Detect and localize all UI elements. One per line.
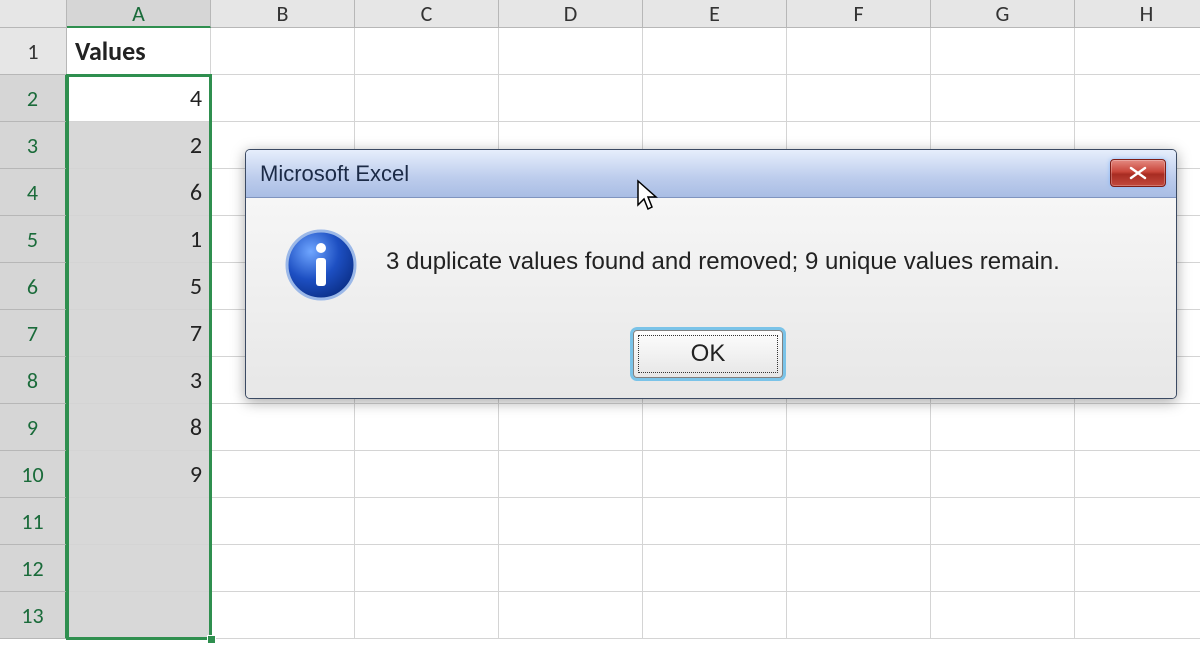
cell-F10[interactable] [787,451,931,498]
cell-A8[interactable]: 3 [67,357,211,404]
row-header-10[interactable]: 10 [0,451,67,498]
cell-F2[interactable] [787,75,931,122]
dialog-titlebar[interactable]: Microsoft Excel [246,150,1176,198]
column-header-G[interactable]: G [931,0,1075,28]
cell-D10[interactable] [499,451,643,498]
cell-E9[interactable] [643,404,787,451]
cell-D13[interactable] [499,592,643,639]
cell-D11[interactable] [499,498,643,545]
cell-B9[interactable] [211,404,355,451]
column-header-H[interactable]: H [1075,0,1200,28]
cell-B11[interactable] [211,498,355,545]
cell-A3[interactable]: 2 [67,122,211,169]
cell-B13[interactable] [211,592,355,639]
row-header-5[interactable]: 5 [0,216,67,263]
cell-A10[interactable]: 9 [67,451,211,498]
row-header-6[interactable]: 6 [0,263,67,310]
cell-G13[interactable] [931,592,1075,639]
cell-E10[interactable] [643,451,787,498]
cell-E11[interactable] [643,498,787,545]
cell-G11[interactable] [931,498,1075,545]
column-header-B[interactable]: B [211,0,355,28]
column-header-E[interactable]: E [643,0,787,28]
cell-A4[interactable]: 6 [67,169,211,216]
cell-E13[interactable] [643,592,787,639]
cell-G2[interactable] [931,75,1075,122]
cell-D9[interactable] [499,404,643,451]
cell-A12[interactable] [67,545,211,592]
cell-F9[interactable] [787,404,931,451]
cell-B2[interactable] [211,75,355,122]
row-header-7[interactable]: 7 [0,310,67,357]
cell-G9[interactable] [931,404,1075,451]
column-headers: ABCDEFGH [67,0,1200,28]
row-header-3[interactable]: 3 [0,122,67,169]
select-all-corner[interactable] [0,0,67,28]
cell-F11[interactable] [787,498,931,545]
cell-A13[interactable] [67,592,211,639]
cell-A1[interactable]: Values [67,28,211,75]
column-header-F[interactable]: F [787,0,931,28]
row-header-2[interactable]: 2 [0,75,67,122]
cell-B10[interactable] [211,451,355,498]
cell-C13[interactable] [355,592,499,639]
row-header-1[interactable]: 1 [0,28,67,75]
cell-A9[interactable]: 8 [67,404,211,451]
cell-C2[interactable] [355,75,499,122]
row-header-4[interactable]: 4 [0,169,67,216]
cell-C12[interactable] [355,545,499,592]
row-header-11[interactable]: 11 [0,498,67,545]
fill-handle[interactable] [207,635,216,644]
cell-H13[interactable] [1075,592,1200,639]
cell-B1[interactable] [211,28,355,75]
close-icon [1127,166,1149,180]
dialog-message: 3 duplicate values found and removed; 9 … [386,248,1146,276]
cell-A7[interactable]: 7 [67,310,211,357]
cell-A11[interactable] [67,498,211,545]
cell-E2[interactable] [643,75,787,122]
dialog-title-text: Microsoft Excel [260,161,409,187]
cell-F1[interactable] [787,28,931,75]
cell-F13[interactable] [787,592,931,639]
row-header-13[interactable]: 13 [0,592,67,639]
dialog-body: 3 duplicate values found and removed; 9 … [246,198,1176,398]
column-header-A[interactable]: A [67,0,211,28]
column-header-C[interactable]: C [355,0,499,28]
column-header-D[interactable]: D [499,0,643,28]
cell-B12[interactable] [211,545,355,592]
cell-A5[interactable]: 1 [67,216,211,263]
row-header-9[interactable]: 9 [0,404,67,451]
cell-H2[interactable] [1075,75,1200,122]
ok-button-label: OK [691,340,726,368]
ok-button[interactable]: OK [633,330,783,378]
row-header-12[interactable]: 12 [0,545,67,592]
cell-C10[interactable] [355,451,499,498]
cell-G10[interactable] [931,451,1075,498]
cell-E1[interactable] [643,28,787,75]
cell-G1[interactable] [931,28,1075,75]
cell-G12[interactable] [931,545,1075,592]
cell-E12[interactable] [643,545,787,592]
cell-F12[interactable] [787,545,931,592]
cell-H9[interactable] [1075,404,1200,451]
cell-H10[interactable] [1075,451,1200,498]
cell-C1[interactable] [355,28,499,75]
dialog-close-button[interactable] [1110,159,1166,187]
cell-D2[interactable] [499,75,643,122]
cell-C11[interactable] [355,498,499,545]
cell-A2[interactable]: 4 [67,75,211,122]
cell-A6[interactable]: 5 [67,263,211,310]
cell-C9[interactable] [355,404,499,451]
row-header-8[interactable]: 8 [0,357,67,404]
info-icon [284,228,358,302]
cell-H12[interactable] [1075,545,1200,592]
message-dialog: Microsoft Excel 3 duplicate values found… [245,149,1177,399]
row-headers: 12345678910111213 [0,28,67,639]
cell-D12[interactable] [499,545,643,592]
cell-H11[interactable] [1075,498,1200,545]
cell-H1[interactable] [1075,28,1200,75]
cell-D1[interactable] [499,28,643,75]
